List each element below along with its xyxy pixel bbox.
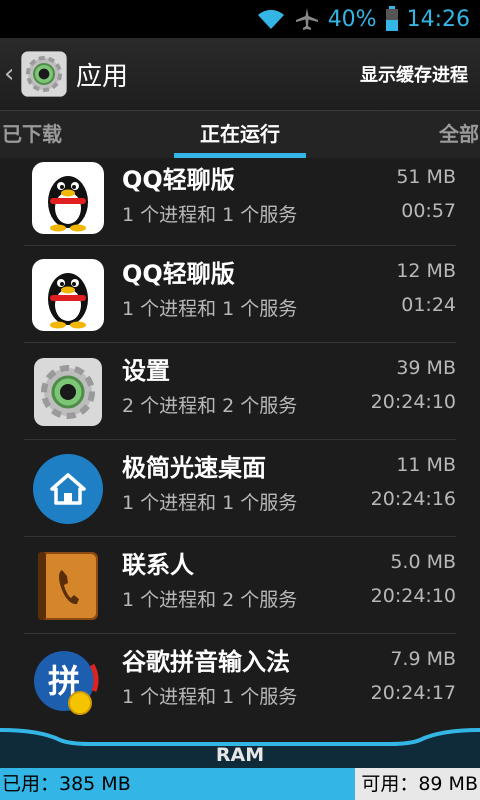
list-item[interactable]: 设置 2 个进程和 2 个服务 39 MB 20:24:10 [24,343,456,440]
app-name: 极简光速桌面 [122,454,266,482]
list-item[interactable]: 拼 谷歌拼音输入法 1 个进程和 1 个服务 7.9 MB 20:24:17 [24,634,456,726]
clock: 14:26 [406,6,470,32]
tab-bar: 已下载 正在运行 全部 [0,110,480,158]
list-item[interactable]: QQ轻聊版 1 个进程和 1 个服务 51 MB 00:57 [24,158,456,246]
app-run-time: 20:24:17 [370,682,456,704]
back-chevron-icon[interactable]: ‹ [4,59,18,89]
ram-free-text: 可用：89 MB [355,768,480,800]
app-name: 谷歌拼音输入法 [122,648,290,676]
tab-downloaded[interactable]: 已下载 [2,111,62,157]
qq-penguin-icon [32,259,104,331]
battery-icon [385,6,399,32]
show-cached-processes-button[interactable]: 显示缓存进程 [360,61,468,87]
ram-used-text: 已用：385 MB [0,768,390,800]
running-apps-list[interactable]: QQ轻聊版 1 个进程和 1 个服务 51 MB 00:57 QQ轻聊版 1 个… [0,158,480,726]
app-run-time: 00:57 [401,200,456,222]
ram-label: RAM [215,744,265,766]
qq-penguin-icon [32,162,104,234]
app-name: QQ轻聊版 [122,166,235,194]
app-process-summary: 1 个进程和 1 个服务 [122,298,298,320]
app-name: 联系人 [122,551,194,579]
ram-usage-bar: 已用：385 MB 可用：89 MB [0,768,480,800]
app-run-time: 01:24 [401,294,456,316]
list-item[interactable]: QQ轻聊版 1 个进程和 1 个服务 12 MB 01:24 [24,246,456,343]
airplane-icon [294,7,320,31]
app-process-summary: 2 个进程和 2 个服务 [122,395,298,417]
list-item[interactable]: 极简光速桌面 1 个进程和 1 个服务 11 MB 20:24:16 [24,440,456,537]
app-run-time: 20:24:10 [370,585,456,607]
app-memory: 7.9 MB [390,648,456,670]
app-memory: 51 MB [396,166,456,188]
app-name: QQ轻聊版 [122,260,235,288]
app-memory: 12 MB [396,260,456,282]
list-item[interactable]: 联系人 1 个进程和 2 个服务 5.0 MB 20:24:10 [24,537,456,634]
page-title: 应用 [76,61,129,92]
status-bar: 40% 14:26 [0,0,480,38]
app-memory: 5.0 MB [390,551,456,573]
action-bar: ‹ 应用 显示缓存进程 [0,38,480,110]
settings-gear-icon[interactable] [20,50,68,98]
app-run-time: 20:24:10 [370,391,456,413]
app-process-summary: 1 个进程和 1 个服务 [122,492,298,514]
app-run-time: 20:24:16 [370,488,456,510]
app-memory: 39 MB [396,357,456,379]
app-memory: 11 MB [396,454,456,476]
battery-percent: 40% [327,6,377,32]
wifi-icon [256,7,286,31]
contacts-book-icon [32,550,104,622]
app-process-summary: 1 个进程和 1 个服务 [122,204,298,226]
settings-gear-icon [32,356,104,428]
app-process-summary: 1 个进程和 2 个服务 [122,589,298,611]
pinyin-ime-icon: 拼 [32,647,104,719]
tab-running[interactable]: 正在运行 [200,111,280,157]
home-launcher-icon [32,453,104,525]
app-name: 设置 [122,357,170,385]
app-process-summary: 1 个进程和 1 个服务 [122,686,298,708]
tab-all[interactable]: 全部 [439,111,479,157]
